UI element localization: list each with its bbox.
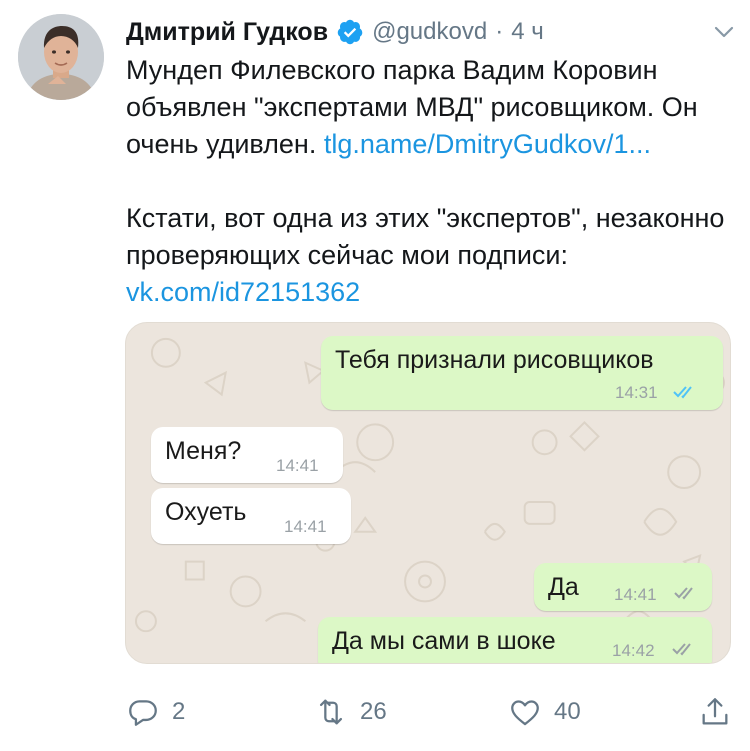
chat-message-incoming: Охуеть 14:41 bbox=[151, 488, 351, 544]
chat-message-outgoing: Да 14:41 bbox=[534, 563, 712, 611]
reply-count: 2 bbox=[172, 698, 186, 725]
share-button[interactable] bbox=[698, 690, 732, 734]
verified-badge-icon bbox=[337, 19, 363, 45]
separator-dot: · bbox=[495, 18, 504, 45]
retweet-count: 26 bbox=[360, 698, 387, 725]
double-check-icon bbox=[674, 587, 693, 600]
chevron-down-icon[interactable] bbox=[712, 20, 736, 44]
author-handle[interactable]: @gudkovd bbox=[372, 18, 487, 46]
retweet-icon bbox=[319, 699, 343, 725]
tweet-paragraph-1: Мундеп Филевского парка Вадим Коровин об… bbox=[126, 52, 736, 163]
tweet-paragraph-2: Кстати, вот одна из этих "экспертов", не… bbox=[126, 200, 736, 311]
chat-message-time: 14:41 bbox=[284, 517, 327, 536]
chat-message-text: Да bbox=[548, 573, 579, 601]
chat-message-time: 14:41 bbox=[276, 456, 319, 475]
chat-message-time: 14:41 bbox=[614, 585, 657, 604]
tweet-header: Дмитрий Гудков @gudkovd · 4 ч bbox=[126, 14, 736, 50]
tweet-time[interactable]: 4 ч bbox=[511, 18, 544, 46]
tweet-actions: 2 26 40 bbox=[126, 690, 736, 734]
like-count: 40 bbox=[554, 698, 581, 725]
avatar[interactable] bbox=[18, 14, 104, 100]
author-name[interactable]: Дмитрий Гудков bbox=[126, 18, 328, 47]
attached-chat-image[interactable]: Тебя признали рисовщиков 14:31 Меня? 14:… bbox=[125, 322, 731, 664]
chat-message-outgoing: Да мы сами в шоке 14:42 bbox=[318, 617, 712, 663]
retweet-button[interactable]: 26 bbox=[314, 690, 387, 734]
reply-icon bbox=[129, 700, 157, 726]
chat-message-time: 14:31 bbox=[615, 383, 658, 402]
chat-message-outgoing: Тебя признали рисовщиков 14:31 bbox=[321, 336, 723, 410]
chat-message-incoming: Меня? 14:41 bbox=[151, 427, 343, 483]
chat-message-text: Тебя признали рисовщиков bbox=[335, 346, 654, 374]
like-button[interactable]: 40 bbox=[508, 690, 581, 734]
tweet-text: Мундеп Филевского парка Вадим Коровин об… bbox=[126, 52, 736, 311]
tweet-paragraph-2-text: Кстати, вот одна из этих "экспертов", не… bbox=[126, 203, 725, 270]
telegram-link[interactable]: tlg.name/DmitryGudkov/1... bbox=[324, 129, 651, 159]
share-icon bbox=[702, 698, 728, 725]
chat-message-text: Охуеть bbox=[165, 498, 247, 526]
like-icon bbox=[511, 700, 539, 726]
chat-message-text: Меня? bbox=[165, 437, 242, 465]
double-check-icon bbox=[672, 643, 691, 656]
reply-button[interactable]: 2 bbox=[126, 690, 185, 734]
chat-message-time: 14:42 bbox=[612, 641, 655, 660]
vk-link[interactable]: vk.com/id72151362 bbox=[126, 277, 360, 307]
chat-message-text: Да мы сами в шоке bbox=[332, 627, 556, 655]
double-check-icon bbox=[673, 386, 692, 399]
